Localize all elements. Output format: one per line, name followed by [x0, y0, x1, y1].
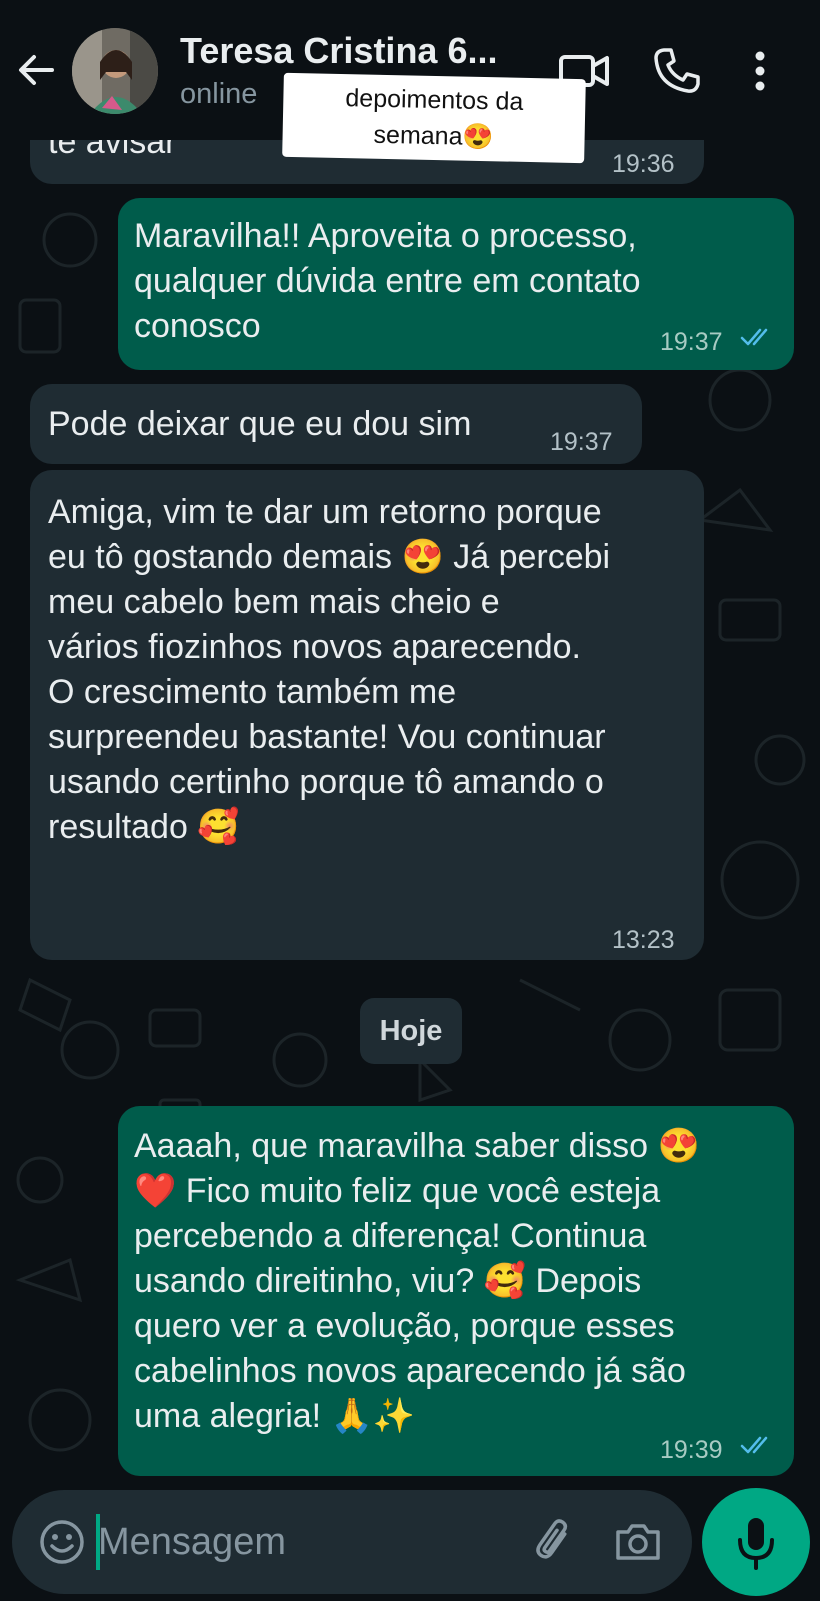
message-input[interactable]: Mensagem — [98, 1512, 498, 1572]
message-time: 13:23 — [612, 926, 675, 954]
message-outgoing[interactable]: Aaaah, que maravilha saber disso 😍 ❤️ Fi… — [118, 1106, 794, 1476]
message-text: Aaaah, que maravilha saber disso 😍 ❤️ Fi… — [134, 1127, 700, 1435]
avatar[interactable] — [72, 28, 158, 114]
contact-status: online — [180, 78, 258, 110]
message-text: Amiga, vim te dar um retorno porque eu t… — [48, 493, 611, 846]
message-text: Maravilha!! Aproveita o processo, qualqu… — [134, 217, 641, 345]
contact-name[interactable]: Teresa Cristina 6... — [180, 30, 497, 72]
message-text: Pode deixar que eu dou sim — [48, 405, 472, 443]
emoji-icon[interactable] — [36, 1516, 88, 1568]
more-vertical-icon[interactable] — [746, 44, 800, 98]
back-arrow-icon[interactable] — [14, 48, 58, 92]
sticker-line-2: semana😍 — [373, 120, 494, 152]
message-incoming[interactable]: Pode deixar que eu dou sim 19:37 — [30, 384, 642, 464]
message-incoming[interactable]: Amiga, vim te dar um retorno porque eu t… — [30, 470, 704, 960]
attach-icon[interactable] — [526, 1514, 582, 1570]
mic-button[interactable] — [702, 1488, 810, 1596]
message-time: 19:36 — [612, 150, 675, 178]
message-time: 19:37 — [660, 328, 723, 356]
camera-icon[interactable] — [610, 1514, 666, 1570]
message-outgoing[interactable]: Maravilha!! Aproveita o processo, qualqu… — [118, 198, 794, 370]
mic-icon — [738, 1518, 774, 1570]
message-time: 19:37 — [550, 428, 613, 456]
composer-bar: Mensagem — [12, 1490, 692, 1594]
message-time: 19:39 — [660, 1436, 723, 1464]
phone-icon[interactable] — [650, 44, 704, 98]
double-check-icon — [740, 328, 768, 346]
double-check-icon — [740, 1436, 768, 1454]
caption-sticker: depoimentos da semana😍 — [282, 72, 586, 164]
day-separator: Hoje — [360, 998, 462, 1064]
